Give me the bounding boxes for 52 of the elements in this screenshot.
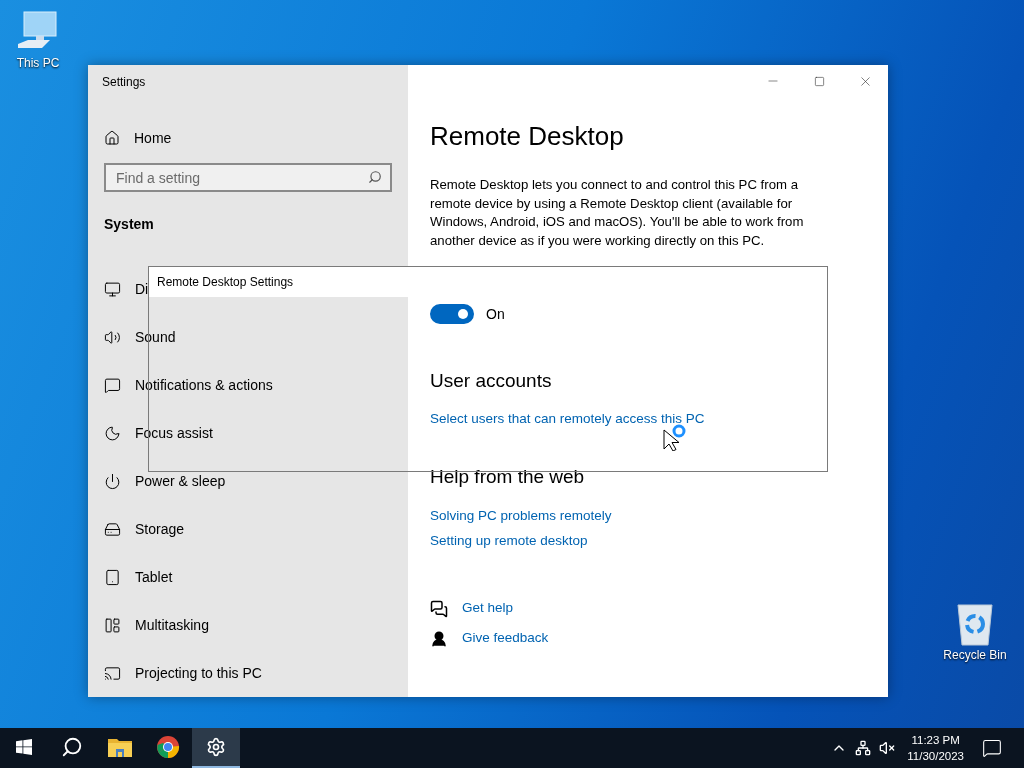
cast-icon (104, 664, 121, 682)
section-heading: User accounts (430, 370, 553, 392)
chat-bubbles-icon (430, 600, 448, 618)
maximize-icon (813, 75, 825, 87)
description: Remote Desktop lets you connect to and control this PC from a remote device by using a Remote Desktop client (available for Windows, Android, iOS and macOS). You'll be able to work from another device as if you were working directly on this PC. (430, 176, 805, 250)
section-heading: System (104, 216, 154, 232)
icon-label: This PC (16, 56, 60, 70)
sidebar-item[interactable]: Power & sleep (104, 457, 226, 505)
toggle-label: On (486, 306, 505, 322)
gear-icon (206, 737, 226, 757)
person-icon (430, 630, 448, 648)
icon-label: Recycle Bin (943, 648, 1007, 662)
clock[interactable]: 11:23 PM 11/30/2023 (907, 732, 964, 764)
sidebar-item[interactable]: Storage (104, 505, 185, 553)
start-icon (16, 739, 32, 755)
muted-speaker-icon[interactable] (879, 740, 896, 756)
section-heading: Help from the web (430, 466, 586, 488)
sidebar-item[interactable]: Projecting to this PC (104, 649, 262, 697)
drive-icon (104, 520, 121, 538)
sidebar-item[interactable]: Multitasking (104, 601, 209, 649)
home-link[interactable]: Home (104, 127, 172, 149)
search-icon (368, 170, 382, 184)
speech-bubble-icon (104, 376, 121, 394)
monitor-icon (104, 280, 121, 298)
home-icon (104, 130, 120, 146)
folder-icon (108, 737, 132, 757)
tablet-icon (104, 568, 121, 586)
window-title: Settings (102, 75, 146, 89)
panels-icon (104, 616, 121, 634)
network-icon[interactable] (855, 740, 872, 756)
help-link[interactable]: Get help (462, 600, 514, 615)
sidebar-item[interactable]: Sound (104, 313, 176, 361)
taskbar-button[interactable] (192, 728, 240, 768)
notification-icon[interactable] (982, 738, 1002, 758)
users-link[interactable]: Select users that can remotely access this PC (430, 411, 705, 426)
recycle-bin-icon (955, 602, 995, 646)
help-link[interactable]: Solving PC problems remotely (430, 508, 612, 523)
speaker-icon (104, 328, 121, 346)
moon-icon (104, 424, 121, 442)
feedback-link[interactable]: Give feedback (462, 630, 549, 645)
sidebar-item[interactable]: Focus assist (104, 409, 213, 457)
busy-cursor-icon (663, 423, 687, 451)
browser-icon (156, 735, 180, 759)
search-icon (61, 736, 83, 758)
search-field[interactable]: Find a setting (104, 163, 392, 192)
sidebar-item[interactable]: Notifications & actions (104, 361, 273, 409)
help-link[interactable]: Setting up remote desktop (430, 533, 588, 548)
toggle-switch[interactable] (430, 304, 474, 324)
power-icon (104, 472, 121, 490)
page-title: Remote Desktop (430, 121, 625, 152)
sidebar-item[interactable]: Di (104, 265, 149, 313)
sidebar-item[interactable]: Tablet (104, 553, 173, 601)
